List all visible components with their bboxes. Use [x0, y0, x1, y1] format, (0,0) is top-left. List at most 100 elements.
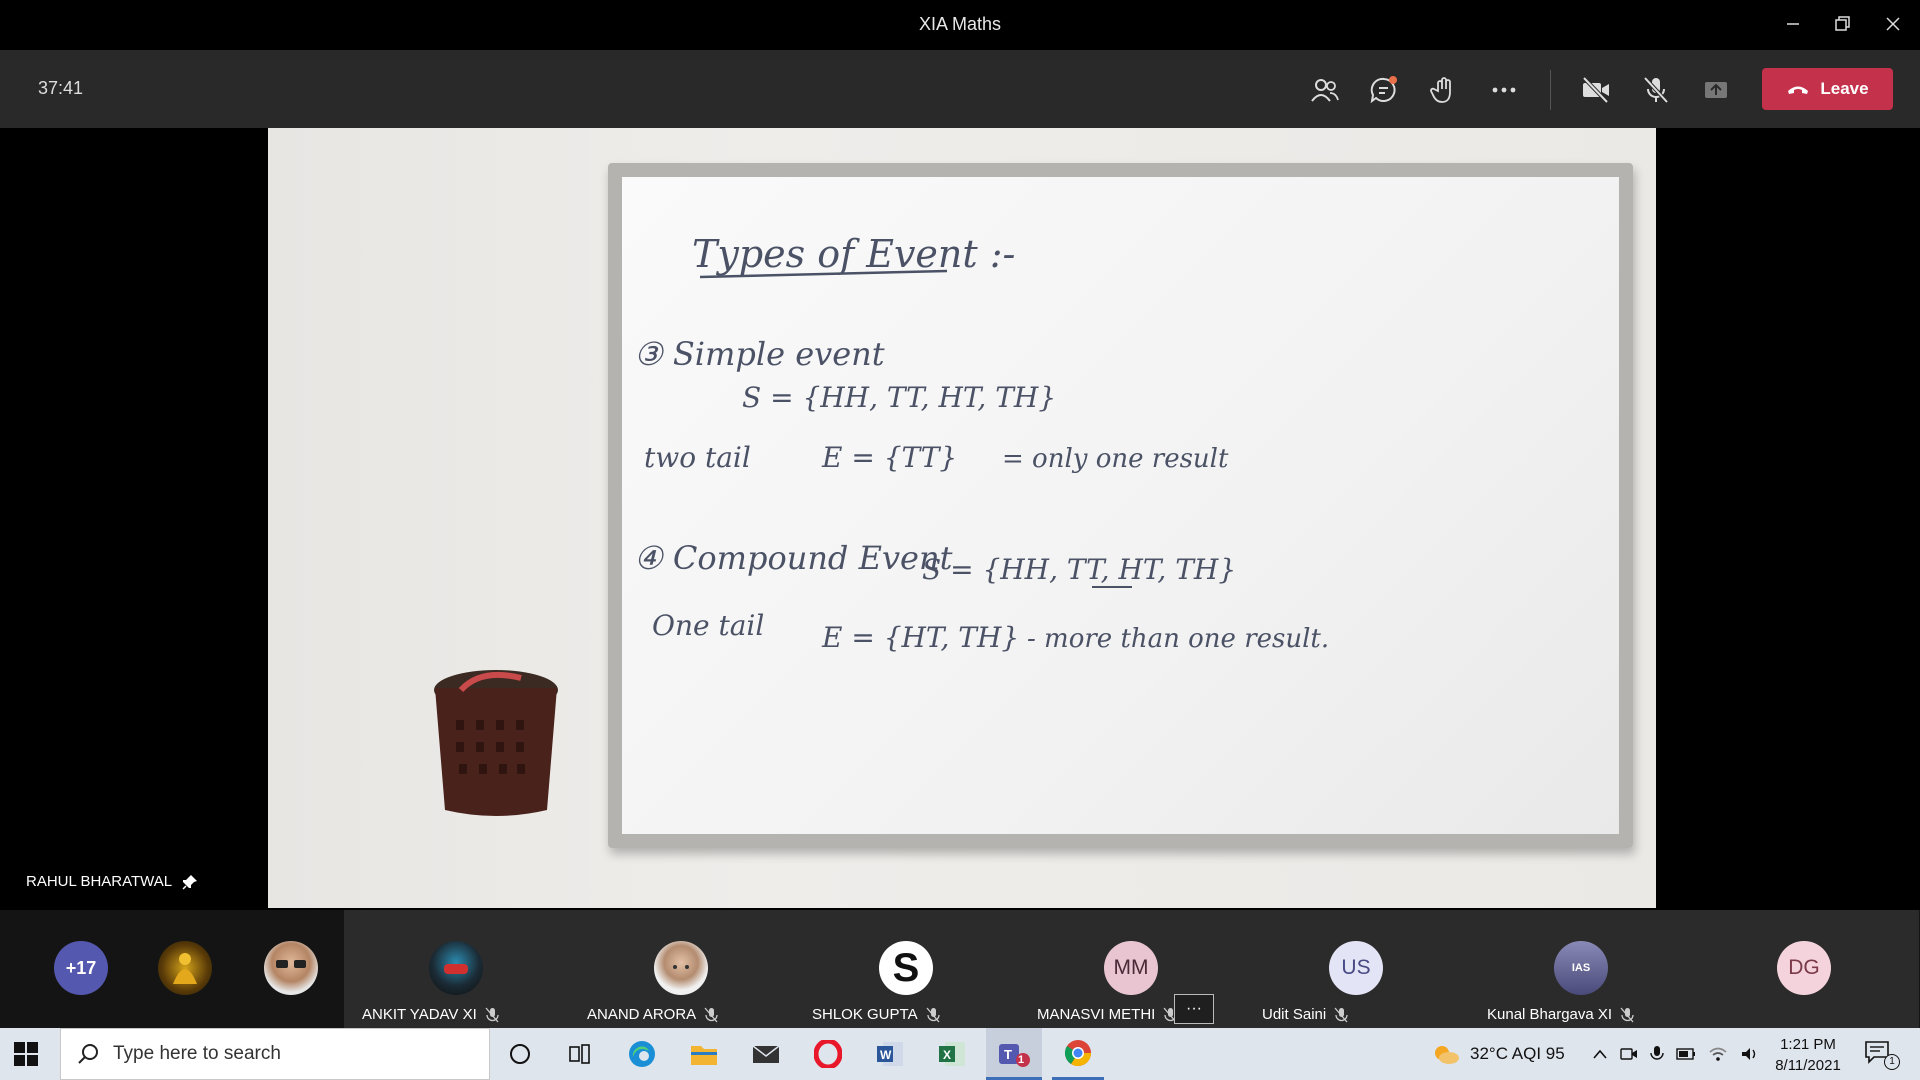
- search-placeholder: Type here to search: [113, 1043, 281, 1064]
- more-actions-button[interactable]: [1482, 68, 1526, 112]
- mic-toggle-button[interactable]: [1634, 68, 1678, 112]
- excel-icon: X: [939, 1042, 965, 1066]
- opera-app-button[interactable]: [808, 1034, 848, 1074]
- mail-app-button[interactable]: [746, 1034, 786, 1074]
- participants-button[interactable]: [1302, 68, 1346, 112]
- leave-label: Leave: [1820, 79, 1869, 98]
- weather-widget[interactable]: 32°C AQI 95: [1432, 1028, 1565, 1080]
- participant-name: MANASVI METHI: [1037, 1006, 1156, 1023]
- search-icon: [78, 1044, 98, 1064]
- close-button[interactable]: [1870, 8, 1916, 40]
- opera-icon: [814, 1040, 842, 1068]
- weather-text: 32°C AQI 95: [1470, 1044, 1565, 1063]
- mic-off-icon: [704, 1007, 718, 1022]
- task-view-button[interactable]: [560, 1034, 600, 1074]
- wb-heading: Types of Event :-: [692, 232, 1015, 276]
- word-icon: W: [877, 1042, 903, 1066]
- participant-avatar: DG: [1777, 941, 1831, 995]
- participant-more-options-button[interactable]: ···: [1174, 994, 1214, 1024]
- participant-tile[interactable]: ANAND ARORA: [569, 910, 794, 1028]
- participant-avatar-image[interactable]: [158, 941, 212, 995]
- participant-avatar: S: [879, 941, 933, 995]
- wb-two-tail: two tail: [644, 441, 751, 474]
- meeting-timer: 37:41: [38, 78, 84, 98]
- overflow-participants-button[interactable]: +17: [54, 941, 108, 995]
- meeting-toolbar: 37:41 Leave: [0, 50, 1920, 128]
- wifi-icon[interactable]: [1708, 1046, 1728, 1062]
- chevron-up-icon[interactable]: [1592, 1048, 1608, 1060]
- share-screen-button[interactable]: [1694, 68, 1738, 112]
- mask-icon: [444, 964, 468, 974]
- clock-time: 1:21 PM: [1780, 1036, 1836, 1053]
- leave-button[interactable]: Leave: [1762, 68, 1893, 110]
- windows-taskbar: Type here to search W X T 1 32°C AQI 95: [0, 1028, 1920, 1080]
- more-icon: [1492, 87, 1516, 93]
- chat-button[interactable]: [1362, 68, 1406, 112]
- close-icon: [1886, 17, 1900, 31]
- participant-name-row: MANASVI METHI: [1037, 1006, 1178, 1023]
- cortana-icon: [510, 1044, 530, 1064]
- svg-text:X: X: [943, 1048, 951, 1062]
- participant-avatar: IAS: [1554, 941, 1608, 995]
- participant-name-row: ANAND ARORA: [587, 1006, 718, 1023]
- phone-hangup-icon: [1788, 86, 1809, 94]
- whiteboard: Types of Event :- ③ Simple event S = {HH…: [608, 163, 1633, 848]
- chrome-icon: [1064, 1040, 1092, 1067]
- mic-off-icon: [1620, 1007, 1634, 1022]
- participant-strip: +17 ANKIT YADAV XI ANAND ARORA S SHLOK G…: [0, 910, 1920, 1028]
- participant-avatar-photo[interactable]: [264, 941, 318, 995]
- participant-tile[interactable]: IAS Kunal Bhargava XI: [1469, 910, 1694, 1028]
- cortana-button[interactable]: [500, 1034, 540, 1074]
- wb-one-tail: One tail: [652, 609, 764, 642]
- battery-icon[interactable]: [1676, 1047, 1696, 1061]
- word-app-button[interactable]: W: [870, 1034, 910, 1074]
- microphone-icon[interactable]: [1650, 1045, 1664, 1063]
- participant-tile[interactable]: ANKIT YADAV XI: [344, 910, 569, 1028]
- participant-name-row: ANKIT YADAV XI: [362, 1006, 499, 1023]
- windows-logo-icon: [14, 1042, 38, 1066]
- participant-avatar: US: [1329, 941, 1383, 995]
- raise-hand-icon: [1430, 77, 1451, 103]
- participant-name: SHLOK GUPTA: [812, 1006, 918, 1023]
- participant-name-row: SHLOK GUPTA: [812, 1006, 940, 1023]
- participant-tile[interactable]: DG: [1694, 910, 1919, 1028]
- participant-name: Kunal Bhargava XI: [1487, 1006, 1613, 1023]
- notification-center-button[interactable]: 1: [1864, 1040, 1900, 1070]
- file-explorer-app-button[interactable]: [684, 1034, 724, 1074]
- camera-toggle-button[interactable]: [1574, 68, 1618, 112]
- clock-date: 8/11/2021: [1775, 1057, 1841, 1074]
- edge-app-button[interactable]: [622, 1034, 662, 1074]
- presenter-video[interactable]: Types of Event :- ③ Simple event S = {HH…: [268, 128, 1656, 908]
- minimize-button[interactable]: [1770, 8, 1816, 40]
- taskbar-clock[interactable]: 1:21 PM 8/11/2021: [1764, 1034, 1852, 1076]
- participant-avatar: [429, 941, 483, 995]
- teams-app-button[interactable]: T 1: [986, 1028, 1042, 1080]
- whiteboard-writing: Types of Event :- ③ Simple event S = {HH…: [634, 232, 1329, 654]
- wb-compound-sample-space: S = {HH, TT, HT, TH}: [922, 553, 1236, 586]
- participant-tile[interactable]: MM MANASVI METHI ···: [1019, 910, 1244, 1028]
- participant-name: ANAND ARORA: [587, 1006, 697, 1023]
- participant-tile[interactable]: US Udit Saini: [1244, 910, 1469, 1028]
- participant-name: ANKIT YADAV XI: [362, 1006, 477, 1023]
- wb-simple-event-set: E = {TT}: [821, 441, 957, 474]
- volume-icon[interactable]: [1740, 1046, 1760, 1062]
- chat-icon: [1370, 76, 1397, 104]
- restore-button[interactable]: [1820, 8, 1866, 40]
- presenter-label: RAHUL BHARATWAL: [26, 873, 198, 890]
- weather-sun-cloud-icon: [1435, 1046, 1459, 1064]
- minimize-icon: [1787, 23, 1799, 25]
- chrome-app-button[interactable]: [1052, 1028, 1104, 1080]
- participant-tile[interactable]: S SHLOK GUPTA: [794, 910, 1019, 1028]
- meet-now-icon[interactable]: [1620, 1046, 1638, 1062]
- face-icon: [673, 965, 689, 969]
- excel-app-button[interactable]: X: [932, 1034, 972, 1074]
- raise-hand-button[interactable]: [1422, 68, 1466, 112]
- start-button[interactable]: [14, 1042, 38, 1071]
- taskbar-search-box[interactable]: Type here to search: [60, 1028, 490, 1080]
- camera-off-icon: [1582, 76, 1609, 104]
- svg-text:W: W: [880, 1048, 892, 1062]
- system-tray-icons: [1592, 1028, 1760, 1080]
- mic-off-icon: [485, 1007, 499, 1022]
- toolbar-divider: [1550, 70, 1551, 110]
- wb-simple-event: ③ Simple event: [634, 335, 885, 373]
